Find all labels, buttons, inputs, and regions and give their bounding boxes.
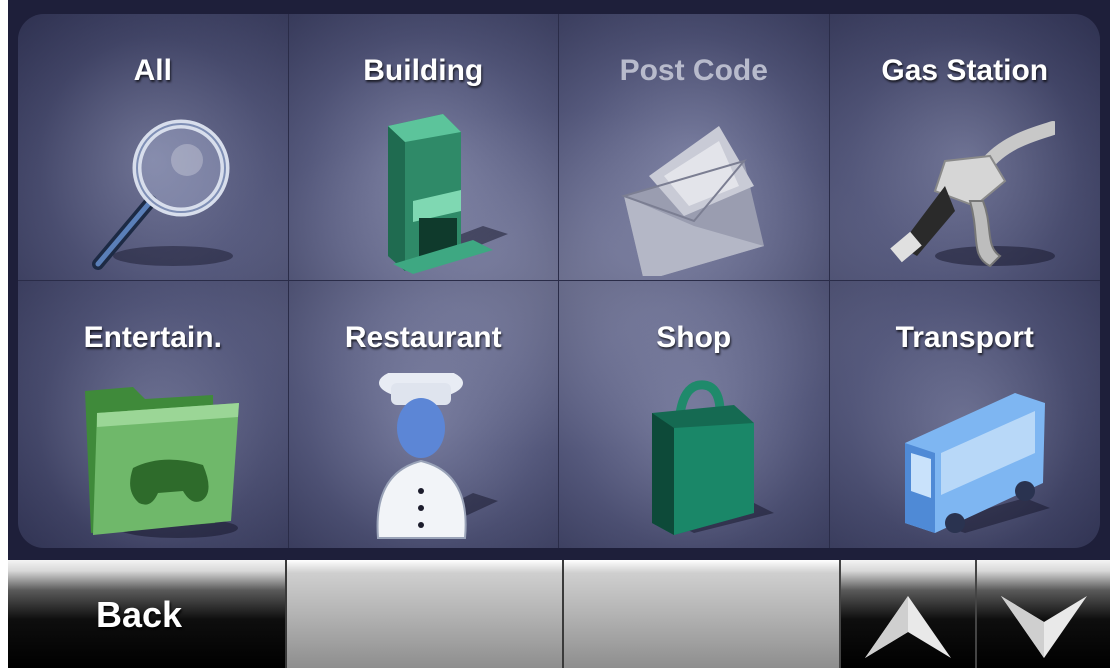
category-tile-transport[interactable]: Transport: [829, 281, 1100, 548]
chef-icon: [333, 373, 513, 543]
category-label: Shop: [656, 321, 732, 354]
category-tile-entertainment[interactable]: Entertain.: [18, 281, 289, 548]
shopping-bag-icon: [604, 373, 784, 543]
category-label: Gas Station: [881, 54, 1049, 87]
bottom-toolbar: Back: [8, 560, 1110, 668]
back-label: Back: [96, 594, 183, 635]
category-tile-shop[interactable]: Shop: [559, 281, 830, 548]
category-tile-gas-station[interactable]: Gas Station: [829, 14, 1100, 281]
arrow-up-icon: [863, 592, 953, 667]
scroll-up-button[interactable]: [839, 560, 975, 668]
magnifying-glass-icon: [63, 106, 243, 276]
category-tile-all[interactable]: All: [18, 14, 289, 281]
category-grid: All Building Post Code Gas Station Enter…: [18, 14, 1100, 548]
category-tile-restaurant[interactable]: Restaurant: [288, 281, 559, 548]
category-label: Building: [363, 54, 484, 87]
game-folder-icon: [63, 373, 243, 543]
back-button[interactable]: Back: [8, 560, 285, 668]
category-label: Entertain.: [83, 321, 222, 354]
poi-category-screen: All Building Post Code Gas Station Enter…: [8, 0, 1110, 668]
bus-icon: [875, 373, 1055, 543]
envelope-icon: [604, 106, 784, 276]
blank-button-2[interactable]: [562, 560, 839, 668]
category-tile-post-code[interactable]: Post Code: [559, 14, 830, 281]
category-label: Post Code: [619, 54, 768, 87]
arrow-down-icon: [999, 592, 1089, 667]
category-label: All: [133, 54, 172, 87]
category-label: Transport: [895, 321, 1034, 354]
blank-button-1[interactable]: [285, 560, 562, 668]
category-panel: All Building Post Code Gas Station Enter…: [18, 14, 1100, 548]
fuel-nozzle-icon: [875, 106, 1055, 276]
scroll-down-button[interactable]: [975, 560, 1110, 668]
building-icon: [333, 106, 513, 276]
category-label: Restaurant: [344, 321, 502, 354]
category-tile-building[interactable]: Building: [288, 14, 559, 281]
